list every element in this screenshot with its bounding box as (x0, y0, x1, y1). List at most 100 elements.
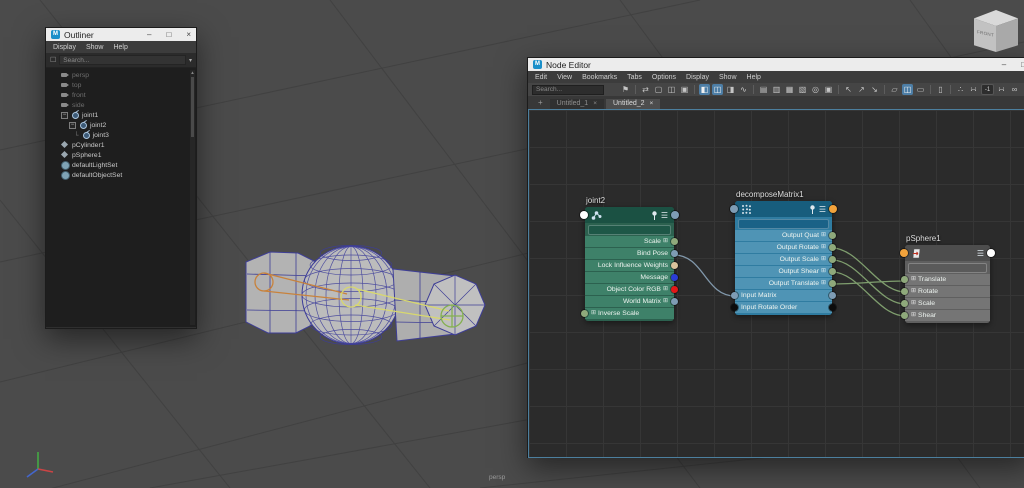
output-port[interactable] (671, 298, 678, 305)
lock-icon[interactable]: ▯ (935, 84, 946, 95)
node-name-field[interactable] (738, 219, 829, 229)
output-port[interactable] (829, 256, 836, 263)
outliner-item-psphere1[interactable]: − pSphere1 (46, 150, 196, 160)
outliner-titlebar[interactable]: M Outliner – □ × (46, 28, 196, 41)
input-port[interactable] (901, 300, 908, 307)
input-output-connections-icon[interactable]: ◫ (712, 84, 723, 95)
pin-graph-icon[interactable]: ⚑ (620, 84, 631, 95)
add-nodes-icon[interactable]: ▢ (653, 84, 664, 95)
new-tab-button[interactable]: + (533, 98, 548, 109)
select-filter-icon[interactable]: ☐ (50, 56, 56, 64)
maximize-button[interactable]: □ (166, 28, 171, 41)
output-port[interactable] (671, 262, 678, 269)
menu-help[interactable]: Help (747, 74, 761, 81)
outliner-item-persp[interactable]: − persp (46, 70, 196, 80)
attr-row-input-matrix[interactable]: ⊞ Input Matrix ⊞ (735, 290, 832, 301)
wire-outputshear-to-shear[interactable] (832, 272, 905, 316)
header-output-port[interactable] (829, 205, 837, 213)
minimize-button[interactable]: – (1002, 58, 1006, 71)
select-cursor-icon[interactable]: ↖ (843, 84, 854, 95)
scrollbar-thumb[interactable] (191, 77, 194, 137)
select-upstream-icon[interactable]: ↗ (856, 84, 867, 95)
hamburger-menu-icon[interactable]: ☰ (977, 248, 984, 259)
psphere-mesh[interactable] (302, 245, 400, 344)
attr-row-output-rotate[interactable]: ⊞ Output Rotate ⊞ (735, 242, 832, 253)
tab-untitled-2[interactable]: Untitled_2 × (606, 99, 660, 109)
compound-expand-icon[interactable]: ⊞ (663, 236, 668, 247)
node-header[interactable]: ☰ (905, 245, 990, 261)
node-decomposematrix1[interactable]: decomposeMatrix1 ☰ (735, 201, 832, 315)
duplicate-nodes-icon[interactable]: ▣ (679, 84, 690, 95)
expand-outputs-icon[interactable]: ∺ (996, 84, 1007, 95)
compound-expand-icon[interactable]: ⊞ (911, 298, 916, 309)
header-input-port[interactable] (900, 249, 908, 257)
outliner-item-pcylinder1[interactable]: − pCylinder1 (46, 140, 196, 150)
traversal-depth-field[interactable]: -1 (981, 84, 994, 95)
pin-icon[interactable] (651, 211, 658, 220)
menu-edit[interactable]: Edit (535, 74, 547, 81)
wire-outputtranslate-to-translate[interactable] (832, 281, 905, 284)
attr-row-inverse-scale[interactable]: ⊞ Inverse Scale ⊞ (585, 308, 674, 319)
compound-expand-icon[interactable]: ⊞ (821, 278, 826, 289)
node-joint2[interactable]: joint2 ☰ (585, 207, 674, 321)
attr-row-translate[interactable]: ⊞ Translate ⊞ (905, 274, 990, 285)
outliner-item-defaultlightset[interactable]: − defaultLightSet (46, 160, 196, 170)
header-output-port[interactable] (987, 249, 995, 257)
attr-row-bind-pose[interactable]: ⊞ Bind Pose ⊞ (585, 248, 674, 259)
expander-icon[interactable]: − (61, 112, 68, 119)
scroll-up-icon[interactable]: ▲ (190, 70, 195, 75)
wire-bindpose-to-inputmatrix[interactable] (674, 255, 735, 296)
input-port[interactable] (901, 288, 908, 295)
menu-display[interactable]: Display (686, 74, 709, 81)
node-editor-titlebar[interactable]: M Node Editor – □ (528, 58, 1024, 71)
pin-icon[interactable] (809, 205, 816, 214)
attr-row-output-quat[interactable]: ⊞ Output Quat ⊞ (735, 230, 832, 241)
node-header[interactable]: ☰ (585, 207, 674, 223)
attr-row-scale[interactable]: ⊞ Scale ⊞ (905, 298, 990, 309)
output-port[interactable] (829, 280, 836, 287)
compound-expand-icon[interactable]: ⊞ (911, 310, 916, 321)
outliner-item-top[interactable]: − top (46, 80, 196, 90)
header-input-port[interactable] (580, 211, 588, 219)
menu-display[interactable]: Display (53, 44, 76, 51)
attr-row-output-shear[interactable]: ⊞ Output Shear ⊞ (735, 266, 832, 277)
menu-tabs[interactable]: Tabs (627, 74, 642, 81)
input-port[interactable] (901, 276, 908, 283)
attr-row-world-matrix[interactable]: ⊞ World Matrix ⊞ (585, 296, 674, 307)
output-port[interactable] (829, 304, 836, 311)
attr-row-message[interactable]: ⊞ Message ⊞ (585, 272, 674, 283)
chevron-down-icon[interactable]: ▾ (189, 57, 192, 64)
attr-row-shear[interactable]: ⊞ Shear ⊞ (905, 310, 990, 321)
outliner-item-front[interactable]: − front (46, 90, 196, 100)
pin-inputs-icon[interactable]: ∴ (955, 84, 966, 95)
hamburger-menu-icon[interactable]: ☰ (661, 210, 668, 221)
layout-grid-icon[interactable]: ▦ (784, 84, 795, 95)
attr-row-output-translate[interactable]: ⊞ Output Translate ⊞ (735, 278, 832, 289)
node-graph-canvas[interactable]: joint2 ☰ (528, 109, 1024, 458)
expand-inputs-icon[interactable]: ∺ (968, 84, 979, 95)
input-port[interactable] (731, 292, 738, 299)
view-cube[interactable]: FRONT (974, 10, 1018, 52)
layout-rows-icon[interactable]: ▤ (758, 84, 769, 95)
compound-expand-icon[interactable]: ⊞ (821, 242, 826, 253)
output-port[interactable] (671, 286, 678, 293)
layout-free-icon[interactable]: ▧ (797, 84, 808, 95)
outliner-search-input[interactable] (59, 55, 186, 65)
node-name-field[interactable] (588, 225, 671, 235)
attr-row-object-color-rgb[interactable]: ⊞ Object Color RGB ⊞ (585, 284, 674, 295)
compound-expand-icon[interactable]: ⊞ (911, 286, 916, 297)
compound-expand-icon[interactable]: ⊞ (663, 284, 668, 295)
menu-show[interactable]: Show (86, 44, 104, 51)
compound-expand-icon[interactable]: ⊞ (663, 296, 668, 307)
compound-expand-icon[interactable]: ⊞ (821, 266, 826, 277)
pcylinder-mesh-right[interactable] (393, 269, 485, 341)
bookmark-new-icon[interactable]: ▱ (889, 84, 900, 95)
snapshot-icon[interactable]: ▣ (823, 84, 834, 95)
bookmark-edit-icon[interactable]: ▭ (915, 84, 926, 95)
menu-bookmarks[interactable]: Bookmarks (582, 74, 617, 81)
tab-close-icon[interactable]: × (650, 100, 654, 107)
expand-all-icon[interactable]: ∞ (1009, 84, 1020, 95)
output-port[interactable] (671, 238, 678, 245)
output-connections-icon[interactable]: ◨ (725, 84, 736, 95)
output-port[interactable] (829, 268, 836, 275)
